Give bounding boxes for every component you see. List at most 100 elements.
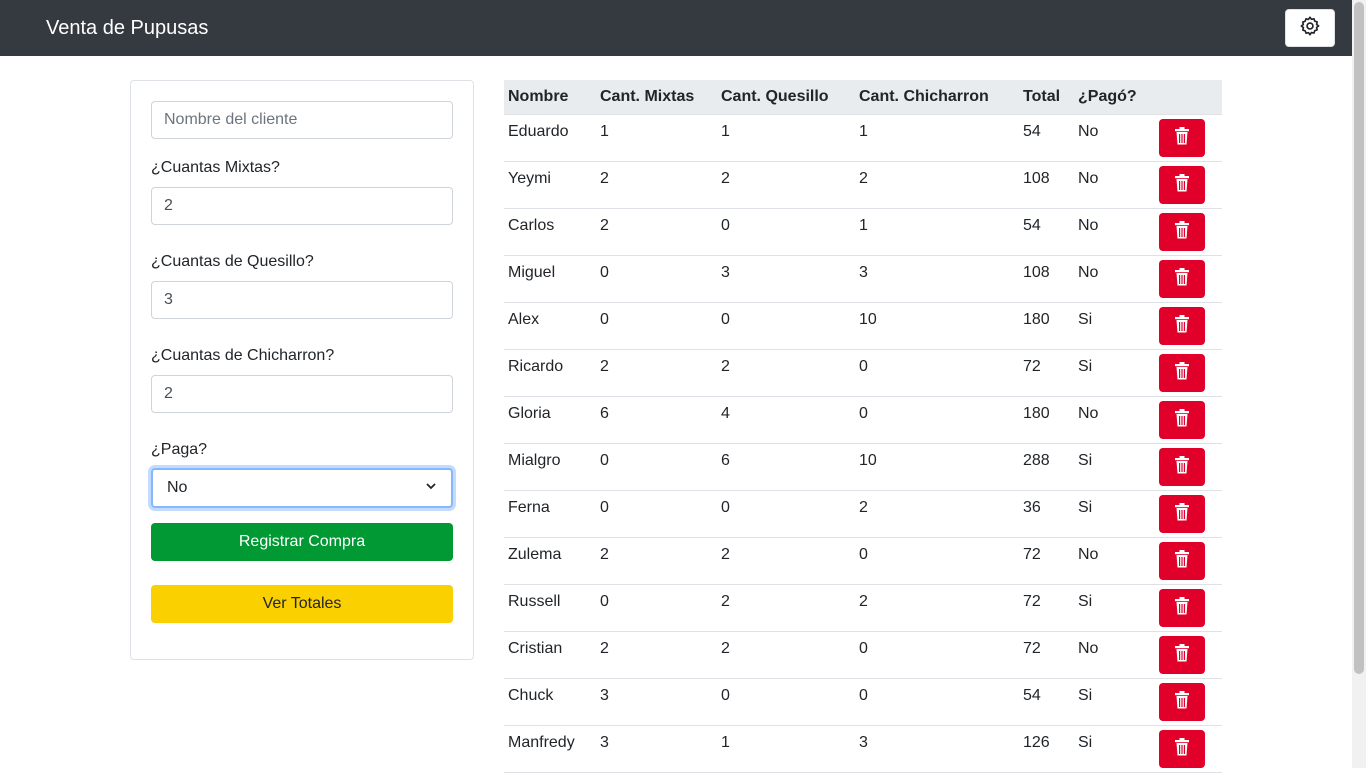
delete-button[interactable]: [1159, 260, 1205, 298]
table-row: Gloria 6 4 0 180 No: [504, 397, 1222, 444]
paga-select[interactable]: No: [151, 468, 453, 508]
cell-mixtas: 0: [600, 264, 609, 281]
cell-quesillo: 0: [721, 499, 730, 516]
table-row: Eduardo 1 1 1 54 No: [504, 115, 1222, 162]
cell-total: 36: [1023, 499, 1041, 516]
cell-mixtas: 2: [600, 358, 609, 375]
cell-total: 126: [1023, 734, 1050, 751]
table-row: Alex 0 0 10 180 Si: [504, 303, 1222, 350]
cell-mixtas: 6: [600, 405, 609, 422]
table-row: Yeymi 2 2 2 108 No: [504, 162, 1222, 209]
cell-mixtas: 0: [600, 499, 609, 516]
cell-nombre: Zulema: [508, 546, 562, 563]
cell-nombre: Miguel: [508, 264, 556, 281]
delete-button[interactable]: [1159, 636, 1205, 674]
delete-button[interactable]: [1159, 401, 1205, 439]
register-purchase-button[interactable]: Registrar Compra: [151, 523, 453, 561]
trash-icon: [1174, 408, 1190, 432]
trash-icon: [1174, 361, 1190, 385]
cell-mixtas: 2: [600, 217, 609, 234]
quesillo-input[interactable]: [151, 281, 453, 319]
paga-select-value: No: [167, 479, 188, 496]
cell-chicharron: 0: [859, 546, 868, 563]
cell-quesillo: 3: [721, 264, 730, 281]
delete-button[interactable]: [1159, 307, 1205, 345]
cell-total: 54: [1023, 217, 1041, 234]
delete-button[interactable]: [1159, 448, 1205, 486]
table-row: Miguel 0 3 3 108 No: [504, 256, 1222, 303]
cell-pago: No: [1078, 170, 1099, 187]
cell-quesillo: 1: [721, 734, 730, 751]
trash-icon: [1174, 267, 1190, 291]
delete-button[interactable]: [1159, 730, 1205, 768]
table-row: Cristian 2 2 0 72 No: [504, 632, 1222, 679]
table-row: Russell 0 2 2 72 Si: [504, 585, 1222, 632]
purchase-form-card: ¿Cuantas Mixtas? ¿Cuantas de Quesillo? ¿…: [130, 80, 474, 660]
brand-title[interactable]: Venta de Pupusas: [46, 16, 208, 40]
cell-quesillo: 2: [721, 546, 730, 563]
delete-button[interactable]: [1159, 119, 1205, 157]
cell-quesillo: 0: [721, 687, 730, 704]
cell-mixtas: 0: [600, 452, 609, 469]
cell-nombre: Ricardo: [508, 358, 564, 375]
customer-name-input[interactable]: [151, 101, 453, 139]
quesillo-label: ¿Cuantas de Quesillo?: [151, 253, 314, 270]
table-row: Manfredy 3 1 3 126 Si: [504, 726, 1222, 773]
cell-pago: Si: [1078, 358, 1093, 375]
delete-button[interactable]: [1159, 542, 1205, 580]
cell-total: 54: [1023, 687, 1041, 704]
mixtas-label: ¿Cuantas Mixtas?: [151, 159, 280, 176]
cell-chicharron: 2: [859, 593, 868, 610]
delete-button[interactable]: [1159, 166, 1205, 204]
mixtas-input[interactable]: [151, 187, 453, 225]
cell-pago: Si: [1078, 311, 1093, 328]
cell-pago: No: [1078, 546, 1099, 563]
cell-quesillo: 2: [721, 358, 730, 375]
trash-icon: [1174, 690, 1190, 714]
delete-button[interactable]: [1159, 589, 1205, 627]
cell-chicharron: 0: [859, 405, 868, 422]
delete-button[interactable]: [1159, 683, 1205, 721]
cell-chicharron: 2: [859, 170, 868, 187]
cell-chicharron: 2: [859, 499, 868, 516]
cell-quesillo: 0: [721, 311, 730, 328]
cell-nombre: Mialgro: [508, 452, 561, 469]
chicharron-input[interactable]: [151, 375, 453, 413]
cell-mixtas: 1: [600, 123, 609, 140]
cell-total: 72: [1023, 640, 1041, 657]
cell-pago: No: [1078, 640, 1099, 657]
cell-quesillo: 4: [721, 405, 730, 422]
cell-total: 72: [1023, 593, 1041, 610]
header-mixtas: Cant. Mixtas: [600, 88, 695, 105]
cell-nombre: Eduardo: [508, 123, 569, 140]
trash-icon: [1174, 220, 1190, 244]
settings-button[interactable]: [1285, 9, 1335, 47]
table-row: Ferna 0 0 2 36 Si: [504, 491, 1222, 538]
delete-button[interactable]: [1159, 213, 1205, 251]
view-totals-button[interactable]: Ver Totales: [151, 585, 453, 623]
cell-total: 108: [1023, 170, 1050, 187]
cell-total: 54: [1023, 123, 1041, 140]
cell-chicharron: 3: [859, 264, 868, 281]
cell-mixtas: 2: [600, 170, 609, 187]
cell-pago: No: [1078, 217, 1099, 234]
header-nombre: Nombre: [508, 88, 569, 105]
page-scrollbar[interactable]: [1352, 0, 1366, 768]
delete-button[interactable]: [1159, 354, 1205, 392]
cell-mixtas: 2: [600, 546, 609, 563]
header-total: Total: [1023, 88, 1061, 105]
cell-pago: No: [1078, 123, 1099, 140]
cell-chicharron: 1: [859, 217, 868, 234]
cell-pago: Si: [1078, 734, 1093, 751]
trash-icon: [1174, 314, 1190, 338]
cell-pago: Si: [1078, 499, 1093, 516]
gear-icon: [1299, 15, 1321, 42]
cell-total: 180: [1023, 311, 1050, 328]
table-row: Zulema 2 2 0 72 No: [504, 538, 1222, 585]
cell-nombre: Cristian: [508, 640, 563, 657]
cell-chicharron: 0: [859, 640, 868, 657]
scrollbar-thumb[interactable]: [1354, 2, 1364, 674]
delete-button[interactable]: [1159, 495, 1205, 533]
cell-chicharron: 10: [859, 452, 877, 469]
cell-quesillo: 1: [721, 123, 730, 140]
